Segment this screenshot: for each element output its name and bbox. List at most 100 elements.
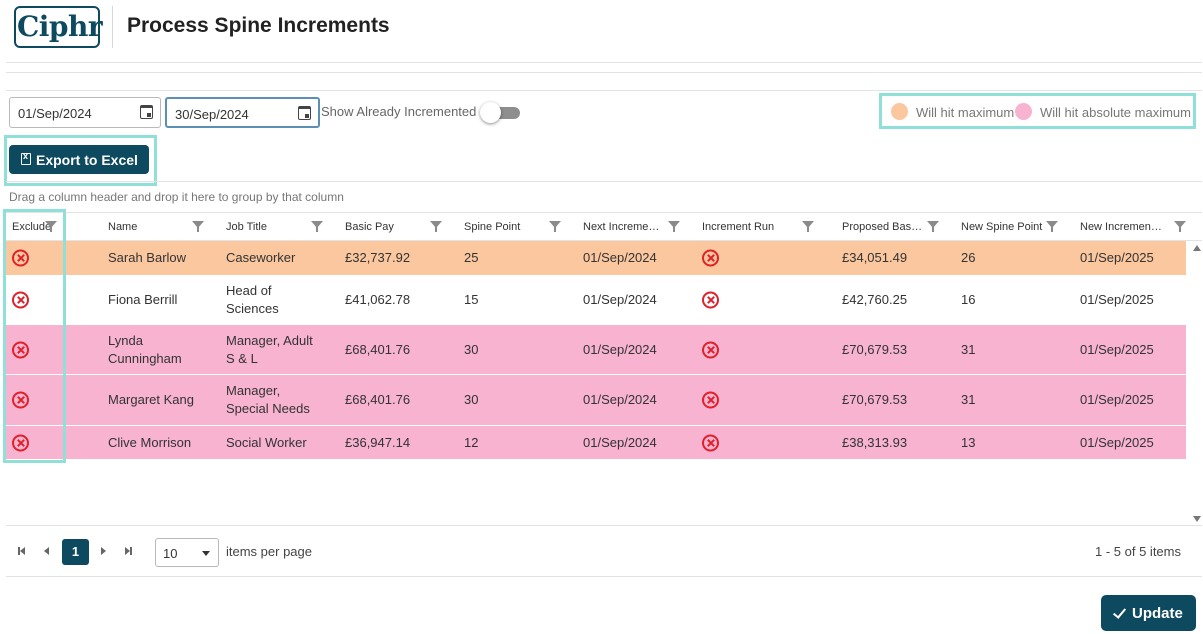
column-header-new-increment[interactable]: New Increment Date (1074, 213, 1196, 241)
basic-pay-cell: £68,401.76 (345, 392, 411, 407)
divider (6, 90, 1202, 91)
divider (6, 72, 1202, 73)
calendar-icon[interactable] (140, 105, 153, 119)
to-date-value: 30/Sep/2024 (175, 107, 249, 122)
first-page-icon[interactable] (20, 547, 25, 555)
basic-pay-cell: £32,737.92 (345, 250, 411, 265)
grid-pager: 1 10 items per page 1 - 5 of 5 items (6, 525, 1202, 577)
show-incremented-label: Show Already Incremented (321, 104, 477, 119)
grid-header: Exclude Name Job Title Basic Pay Spine P… (6, 212, 1202, 241)
calendar-icon[interactable] (298, 106, 311, 120)
table-row[interactable]: Lynda Cunningham Manager, Adult S & L £6… (6, 325, 1186, 375)
filter-icon[interactable] (430, 221, 442, 232)
current-page-button[interactable]: 1 (62, 539, 89, 565)
pager-info: 1 - 5 of 5 items (1095, 544, 1181, 559)
job-title-cell: Social Worker (226, 434, 307, 450)
next-page-icon[interactable] (101, 547, 106, 555)
logo-text: Ciphr (17, 10, 103, 43)
filter-icon[interactable] (549, 221, 561, 232)
new-spine-point-cell: 26 (961, 250, 976, 265)
increment-run-cell (696, 325, 824, 374)
name-cell: Fiona Berrill (108, 292, 178, 307)
new-increment-cell: 01/Sep/2025 (1080, 341, 1154, 357)
last-page-bar (130, 547, 132, 555)
proposed-basic-pay-cell: £34,051.49 (842, 250, 908, 265)
spine-increments-grid: Exclude Name Job Title Basic Pay Spine P… (6, 212, 1202, 524)
filter-icon[interactable] (927, 221, 939, 232)
increment-run-x-icon (702, 249, 719, 267)
table-row[interactable]: Fiona Berrill Head of Sciences £41,062.7… (6, 276, 1186, 325)
increment-run-x-icon (702, 291, 719, 309)
filter-icon[interactable] (1046, 221, 1058, 232)
spine-point-cell: 15 (464, 292, 479, 307)
increment-run-x-icon (702, 434, 719, 451)
table-row[interactable]: Sarah Barlow Caseworker £32,737.92 25 01… (6, 241, 1186, 276)
increment-run-cell (696, 276, 824, 324)
update-label: Update (1132, 605, 1183, 622)
legend-dot-absolute (1015, 103, 1032, 120)
show-incremented-toggle[interactable] (480, 102, 521, 123)
new-increment-cell: 01/Sep/2025 (1080, 292, 1154, 307)
job-title-cell: Manager, Adult S & L (226, 332, 313, 366)
new-increment-cell: 01/Sep/2025 (1080, 250, 1154, 265)
next-increment-cell: 01/Sep/2024 (583, 250, 657, 265)
toggle-knob[interactable] (480, 102, 501, 123)
filter-icon[interactable] (802, 221, 814, 232)
job-title-cell: Manager, Special Needs (226, 383, 310, 416)
proposed-basic-pay-cell: £70,679.53 (842, 341, 908, 357)
scroll-up-arrow-icon[interactable] (1193, 245, 1201, 251)
name-cell: Margaret Kang (108, 392, 194, 407)
increment-run-cell (696, 375, 824, 425)
spine-point-cell: 30 (464, 341, 479, 357)
increment-run-x-icon (702, 391, 719, 409)
increment-run-x-icon (702, 341, 719, 358)
column-header-next-increment[interactable]: Next Increment Date (577, 213, 690, 241)
group-by-hint: Drag a column header and drop it here to… (9, 190, 344, 204)
name-cell: Clive Morrison (108, 434, 192, 450)
page-size-value: 10 (163, 546, 178, 561)
filter-icon[interactable] (192, 221, 204, 232)
proposed-basic-pay-cell: £70,679.53 (842, 392, 908, 407)
next-increment-cell: 01/Sep/2024 (583, 392, 657, 407)
basic-pay-cell: £68,401.76 (345, 341, 411, 357)
spine-point-cell: 30 (464, 392, 479, 407)
update-button[interactable]: Update (1101, 595, 1196, 631)
next-increment-cell: 01/Sep/2024 (583, 341, 657, 357)
to-date-picker[interactable]: 30/Sep/2024 (165, 97, 320, 128)
export-label: Export to Excel (36, 152, 138, 168)
column-header-proposed-basic-pay[interactable]: Proposed Basic Pay (836, 213, 949, 241)
column-header-name[interactable]: Name (102, 213, 214, 241)
basic-pay-cell: £41,062.78 (345, 292, 411, 307)
row-color-legend: Will hit maximum Will hit absolute maxim… (879, 93, 1196, 129)
column-header-increment-run[interactable]: Increment Run (696, 213, 824, 241)
header-divider (112, 6, 113, 48)
page-size-select[interactable]: 10 (155, 538, 219, 567)
legend-label-max: Will hit maximum (916, 105, 1015, 120)
from-date-value: 01/Sep/2024 (18, 106, 92, 121)
column-header-new-spine-point[interactable]: New Spine Point (955, 213, 1068, 241)
filter-icon[interactable] (311, 221, 323, 232)
legend-label-absolute: Will hit absolute maximum (1040, 105, 1191, 120)
column-header-basic-pay[interactable]: Basic Pay (339, 213, 452, 241)
column-header-job-title[interactable]: Job Title (220, 213, 333, 241)
export-to-excel-button[interactable]: Export to Excel (9, 145, 149, 174)
name-cell: Sarah Barlow (108, 250, 187, 265)
column-header-spine-point[interactable]: Spine Point (458, 213, 571, 241)
previous-page-icon[interactable] (44, 547, 49, 555)
table-row[interactable]: Clive Morrison Social Worker £36,947.14 … (6, 426, 1186, 460)
exclude-column-highlight-box (3, 209, 66, 463)
proposed-basic-pay-cell: £42,760.25 (842, 292, 908, 307)
excel-icon (21, 151, 31, 165)
items-per-page-label: items per page (226, 544, 312, 559)
table-row[interactable]: Margaret Kang Manager, Special Needs £68… (6, 375, 1186, 426)
from-date-picker[interactable]: 01/Sep/2024 (9, 97, 161, 128)
new-spine-point-cell: 13 (961, 434, 976, 450)
increment-run-cell (696, 426, 824, 459)
checkmark-icon (1112, 605, 1127, 619)
scroll-down-arrow-icon[interactable] (1193, 516, 1201, 522)
filter-icon[interactable] (668, 221, 680, 232)
legend-dot-max (891, 103, 908, 120)
filter-icon[interactable] (1174, 221, 1186, 232)
vertical-scrollbar[interactable] (1192, 241, 1202, 524)
chevron-down-icon (202, 551, 210, 556)
